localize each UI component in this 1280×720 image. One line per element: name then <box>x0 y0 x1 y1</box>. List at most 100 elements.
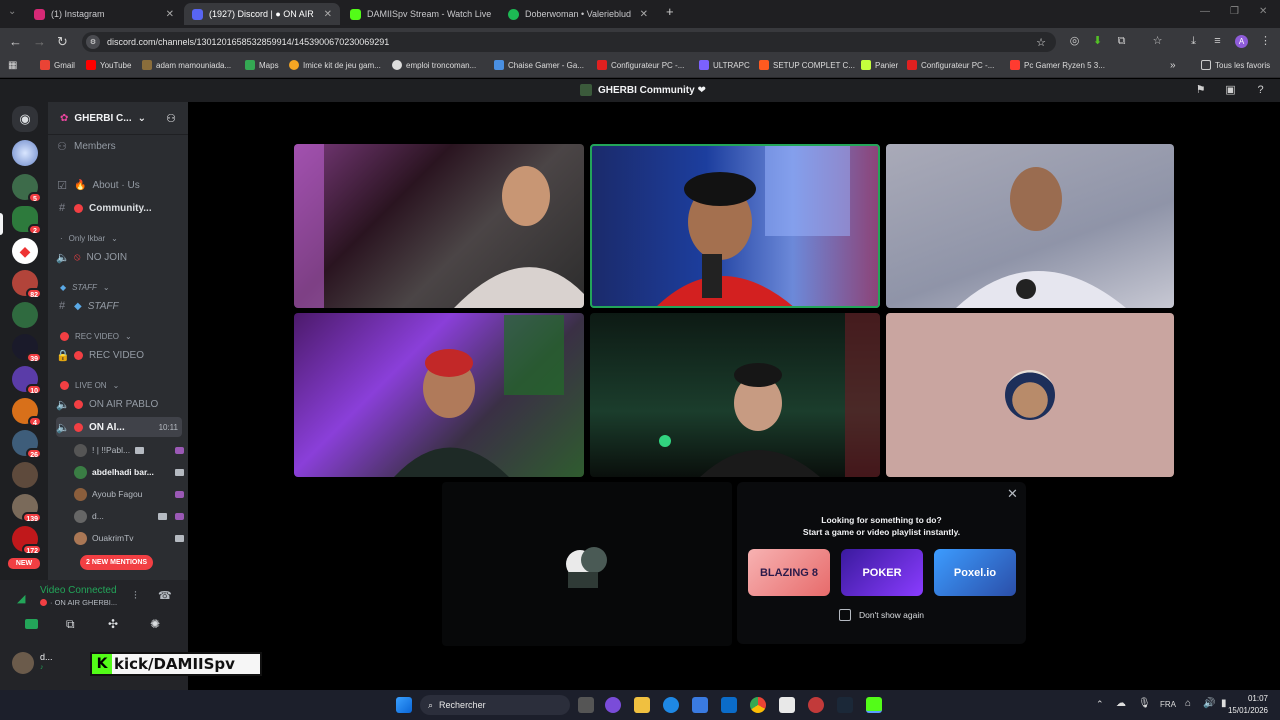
extensions-puzzle-icon[interactable]: ⧉ <box>1115 35 1128 48</box>
bookmark-setup[interactable]: SETUP COMPLET C... <box>759 60 855 70</box>
profile-avatar[interactable]: A <box>1235 35 1248 48</box>
server-icon[interactable]: ◆ <box>12 238 38 264</box>
disconnect-icon[interactable]: ☎ <box>158 589 172 602</box>
noise-icon[interactable]: ⫶ <box>134 590 137 603</box>
video-tile-speaking[interactable] <box>590 144 880 308</box>
discord-home-icon[interactable]: ◉ <box>12 106 38 132</box>
tray-app-icon[interactable]: ☁ <box>1116 698 1126 709</box>
server-icon[interactable]: 172 <box>12 526 42 555</box>
voice-user[interactable]: OuakrimTv <box>74 528 184 548</box>
channel-rec-video[interactable]: 🔒 REC VIDEO <box>56 345 182 365</box>
video-tile[interactable] <box>886 144 1174 308</box>
voice-user[interactable]: Ayoub Fagou <box>74 484 184 504</box>
channel-community[interactable]: # Community... <box>56 198 182 218</box>
signal-icon[interactable]: ◢ <box>17 592 25 605</box>
user-avatar[interactable] <box>12 652 34 674</box>
guild-header[interactable]: ✿ GHERBI C... ⌄ ⚇ <box>48 102 188 135</box>
bookmark-ultrapc[interactable]: ULTRAPC <box>699 60 750 70</box>
channel-on-air-pablo[interactable]: 🔈 ON AIR PABLO <box>56 394 182 414</box>
back-icon[interactable]: ← <box>9 34 22 49</box>
tab-instagram[interactable]: (1) Instagram ✕ <box>26 3 182 25</box>
steam-icon[interactable] <box>837 697 853 713</box>
voice-user[interactable]: d... <box>74 506 184 526</box>
server-icon[interactable]: 26 <box>12 430 42 459</box>
app-icon[interactable] <box>605 697 621 713</box>
bookmark-emploi[interactable]: emploi troncoman... <box>392 60 476 70</box>
video-tile[interactable] <box>294 313 584 477</box>
server-icon[interactable]: 4 <box>12 398 42 427</box>
game-blazing-8[interactable]: BLAZING 8 <box>748 549 830 596</box>
server-icon[interactable] <box>12 302 38 328</box>
channel-no-join[interactable]: 🔈 ⦸ NO JOIN <box>56 247 182 267</box>
category-live[interactable]: LIVE ON ⌄ <box>60 375 186 395</box>
app-icon[interactable] <box>779 697 795 713</box>
forward-icon[interactable]: → <box>33 34 46 49</box>
minimize-icon[interactable]: — <box>1200 6 1210 17</box>
voice-channel-name[interactable]: · ON AIR GHERBI... <box>40 598 117 607</box>
clock-time[interactable]: 01:07 <box>1228 694 1268 703</box>
apps-icon[interactable]: ▦ <box>8 60 17 71</box>
bookmark-chaise[interactable]: Chaise Gamer - Ga... <box>494 60 584 70</box>
close-icon[interactable]: ✕ <box>1007 486 1018 502</box>
bookmark-config2[interactable]: Configurateur PC -... <box>907 60 994 70</box>
mail-icon[interactable] <box>721 697 737 713</box>
maximize-icon[interactable]: ❐ <box>1230 6 1239 17</box>
close-window-icon[interactable]: ✕ <box>1259 6 1267 17</box>
network-icon[interactable]: ⌂ <box>1185 698 1191 709</box>
dont-show-again-checkbox[interactable]: Don't show again <box>839 609 924 621</box>
reload-icon[interactable]: ↻ <box>57 34 68 50</box>
url-bar[interactable]: ⚙ discord.com/channels/13012016585328599… <box>82 32 1056 52</box>
server-icon[interactable]: 5 <box>12 174 42 203</box>
inbox-icon[interactable]: ⚑ <box>1194 84 1207 97</box>
task-view-icon[interactable] <box>578 697 594 713</box>
tab-spotify[interactable]: Doberwoman • Valerieblud ✕ <box>500 3 656 25</box>
window-icon[interactable]: ▣ <box>1224 84 1237 97</box>
tab-discord[interactable]: (1927) Discord | ● ON AIR ✕ <box>184 3 340 25</box>
camera-toggle-icon[interactable] <box>25 619 38 629</box>
category-rec[interactable]: REC VIDEO ⌄ <box>60 326 186 346</box>
file-explorer-icon[interactable] <box>634 697 650 713</box>
game-poker[interactable]: POKER <box>841 549 923 596</box>
bookmark-gmail[interactable]: Gmail <box>40 60 75 70</box>
bookmark-imice[interactable]: Imice kit de jeu gam... <box>289 60 381 70</box>
tray-chevron-icon[interactable]: ⌃ <box>1096 699 1104 710</box>
close-icon[interactable]: ✕ <box>497 9 498 20</box>
favorites-icon[interactable]: ☆ <box>1151 35 1164 48</box>
menu-icon[interactable]: ⋮ <box>1259 35 1272 48</box>
site-info-icon[interactable]: ⚙ <box>86 35 100 49</box>
windows-start-icon[interactable] <box>396 697 412 713</box>
bookmark-star-icon[interactable]: ☆ <box>1036 36 1046 49</box>
help-icon[interactable]: ? <box>1254 84 1267 97</box>
microphone-icon[interactable]: 🎙 <box>1138 698 1151 709</box>
game-poxel[interactable]: Poxel.io <box>934 549 1016 596</box>
more-bookmarks-icon[interactable]: » <box>1170 60 1176 71</box>
voice-user[interactable]: abdelhadi bar... <box>74 462 184 482</box>
tab-kick[interactable]: DAMIISpv Stream - Watch Live ✕ <box>342 3 498 25</box>
new-tab-button[interactable]: + <box>666 4 674 19</box>
taskbar-search[interactable]: ⌕ Rechercher <box>420 695 570 715</box>
app-icon[interactable] <box>808 697 824 713</box>
bookmark-panier[interactable]: Panier <box>861 60 898 70</box>
close-icon[interactable]: ✕ <box>640 9 648 20</box>
bookmark-youtube[interactable]: YouTube <box>86 60 131 70</box>
all-bookmarks[interactable]: Tous les favoris <box>1201 60 1270 70</box>
category-staff[interactable]: ◆ STAFF ⌄ <box>60 277 186 297</box>
screen-share-icon[interactable]: ⧉ <box>66 617 75 632</box>
new-badge[interactable]: NEW <box>8 558 40 569</box>
tab-search-icon[interactable]: ⌄ <box>8 6 16 17</box>
invite-icon[interactable]: ⚇ <box>166 112 176 125</box>
activities-icon[interactable]: ✣ <box>108 617 118 631</box>
store-icon[interactable] <box>692 697 708 713</box>
language-indicator[interactable]: FRA <box>1160 700 1176 709</box>
close-icon[interactable]: ✕ <box>166 9 174 20</box>
members-link[interactable]: ⚇ Members <box>56 136 182 156</box>
obs-icon[interactable] <box>866 697 882 713</box>
server-icon[interactable]: 139 <box>12 494 42 523</box>
bookmark-config1[interactable]: Configurateur PC -... <box>597 60 684 70</box>
server-icon[interactable]: 82 <box>12 270 42 299</box>
category-only[interactable]: · Only Ikbar ⌄ <box>60 228 186 248</box>
downloads-icon[interactable]: ⤓ <box>1187 35 1200 48</box>
edge-icon[interactable] <box>663 697 679 713</box>
extension-icon[interactable]: ◎ <box>1068 35 1081 48</box>
channel-about[interactable]: ☑ 🔥 About · Us <box>56 175 182 195</box>
